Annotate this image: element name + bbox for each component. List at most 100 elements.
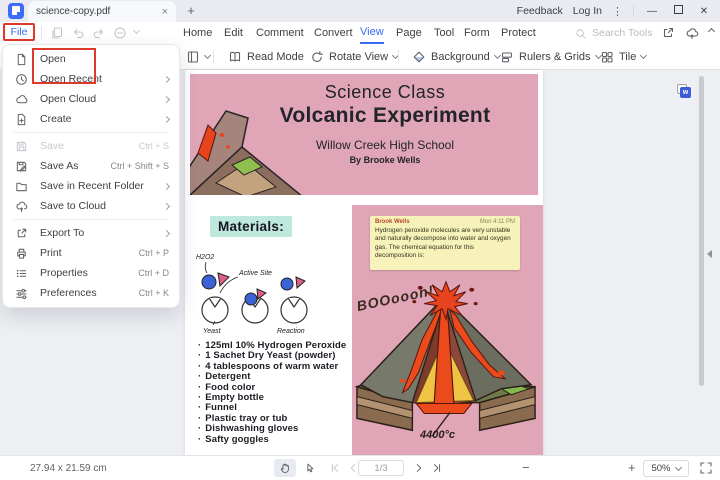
document-tab[interactable]: science-copy.pdf × bbox=[28, 1, 176, 22]
sliders-icon bbox=[15, 287, 28, 300]
vertical-scrollbar[interactable] bbox=[699, 76, 704, 386]
tab-view[interactable]: View bbox=[360, 22, 384, 44]
submenu-arrow-icon bbox=[162, 95, 171, 103]
file-dropdown-menu: Open Open Recent Open Cloud Create Save … bbox=[2, 44, 180, 308]
menu-item-export-to[interactable]: Export To bbox=[3, 223, 179, 243]
rulers-icon bbox=[500, 50, 514, 64]
background-button[interactable]: Background bbox=[412, 44, 501, 69]
zoom-level-select[interactable]: 50% bbox=[643, 460, 689, 477]
tab-title: science-copy.pdf bbox=[36, 6, 111, 17]
menu-item-open-cloud[interactable]: Open Cloud bbox=[3, 89, 179, 109]
menu-item-preferences[interactable]: Preferences Ctrl + K bbox=[3, 283, 179, 303]
close-window-button[interactable]: ✕ bbox=[696, 6, 712, 17]
toolbar-divider bbox=[41, 26, 42, 39]
share-icon[interactable] bbox=[661, 26, 675, 40]
nav-panel-button[interactable] bbox=[186, 44, 212, 69]
enzyme-diagram-illustration: H2O2 Active Site Yeast Reaction bbox=[196, 254, 308, 335]
tab-form[interactable]: Form bbox=[464, 22, 490, 44]
fit-screen-icon[interactable] bbox=[699, 461, 713, 475]
doc-title-line2: Volcanic Experiment bbox=[279, 104, 491, 127]
submenu-arrow-icon bbox=[162, 202, 171, 210]
rulers-grids-button[interactable]: Rulers & Grids bbox=[500, 44, 602, 69]
rotate-view-label: Rotate View bbox=[329, 50, 389, 63]
diamond-icon bbox=[412, 50, 426, 64]
page-size-label: 27.94 x 21.59 cm bbox=[30, 463, 107, 474]
rotate-icon bbox=[310, 50, 324, 64]
hand-tool-button[interactable] bbox=[274, 459, 296, 477]
copy-icon bbox=[50, 26, 64, 40]
login-link[interactable]: Log In bbox=[573, 5, 602, 17]
read-mode-label: Read Mode bbox=[247, 50, 304, 63]
menu-item-create[interactable]: Create bbox=[3, 109, 179, 129]
redo-icon bbox=[92, 26, 106, 40]
book-icon bbox=[228, 50, 242, 64]
nav-panel-icon bbox=[186, 50, 200, 64]
eruption bbox=[412, 280, 478, 322]
read-mode-button[interactable]: Read Mode bbox=[228, 44, 304, 69]
new-tab-button[interactable]: + bbox=[182, 2, 200, 20]
tab-protect[interactable]: Protect bbox=[501, 22, 536, 44]
menu-item-save-to-cloud[interactable]: Save to Cloud bbox=[3, 196, 179, 216]
tab-edit[interactable]: Edit bbox=[224, 22, 243, 44]
doc-byline: By Brooke Wells bbox=[349, 155, 421, 165]
rotate-view-button[interactable]: Rotate View bbox=[310, 44, 400, 69]
tab-close-icon[interactable]: × bbox=[162, 6, 168, 18]
status-bar: 27.94 x 21.59 cm 1/3 − + 50% bbox=[0, 455, 720, 480]
menu-item-properties[interactable]: Properties Ctrl + D bbox=[3, 263, 179, 283]
rulers-grids-label: Rulers & Grids bbox=[519, 50, 591, 63]
submenu-arrow-icon bbox=[162, 75, 171, 83]
file-menu-button[interactable]: File bbox=[3, 23, 35, 41]
search-tools[interactable]: Search Tools bbox=[575, 22, 653, 44]
save-icon bbox=[15, 140, 28, 153]
search-tools-label: Search Tools bbox=[592, 27, 653, 39]
tile-button[interactable]: Tile bbox=[600, 44, 648, 69]
minimize-button[interactable]: — bbox=[644, 6, 660, 17]
label-h2o2: H2O2 bbox=[196, 254, 214, 261]
list-item: Safty goggles bbox=[198, 434, 346, 445]
pdf-page[interactable]: Science Class Volcanic Experiment Willow… bbox=[185, 70, 543, 455]
search-icon bbox=[575, 27, 587, 39]
zoom-in-button[interactable]: + bbox=[628, 460, 636, 475]
tab-page[interactable]: Page bbox=[396, 22, 422, 44]
maximize-button[interactable] bbox=[670, 5, 686, 17]
page-header-band: Science Class Volcanic Experiment Willow… bbox=[190, 74, 538, 195]
last-page-button[interactable] bbox=[426, 459, 448, 477]
floating-widget-icon[interactable]: w bbox=[674, 82, 694, 102]
side-panel-toggle-icon[interactable] bbox=[707, 250, 712, 258]
zoom-caret-icon bbox=[674, 463, 682, 471]
tab-tool[interactable]: Tool bbox=[434, 22, 454, 44]
menu-item-print[interactable]: Print Ctrl + P bbox=[3, 243, 179, 263]
cloud-icon bbox=[15, 93, 28, 106]
tab-convert[interactable]: Convert bbox=[314, 22, 353, 44]
label-reaction: Reaction bbox=[277, 328, 305, 335]
temperature-label: 4400°c bbox=[420, 429, 455, 441]
submenu-arrow-icon bbox=[162, 182, 171, 190]
menu-item-open[interactable]: Open bbox=[3, 49, 179, 69]
volcano-illustration bbox=[354, 280, 536, 437]
more-options-icon[interactable]: ⋮ bbox=[612, 5, 623, 18]
tab-comment[interactable]: Comment bbox=[256, 22, 304, 44]
feedback-link[interactable]: Feedback bbox=[517, 5, 563, 17]
cloud-upload-icon bbox=[15, 200, 28, 213]
menu-item-save-recent-folder[interactable]: Save in Recent Folder bbox=[3, 176, 179, 196]
select-tool-button[interactable] bbox=[299, 459, 321, 477]
sticky-note-annotation[interactable]: Brook Wells Mon 4:11 PM Hydrogen peroxid… bbox=[370, 216, 520, 270]
export-icon bbox=[15, 227, 28, 240]
stamp-tool-icon bbox=[113, 26, 127, 40]
label-yeast: Yeast bbox=[203, 328, 222, 335]
printer-icon bbox=[15, 247, 28, 260]
cloud-upload-icon[interactable] bbox=[685, 26, 699, 40]
collapse-toolbar-icon[interactable] bbox=[707, 27, 716, 36]
app-logo-icon bbox=[8, 3, 24, 19]
doc-subtitle: Willow Creek High School bbox=[315, 138, 455, 152]
tab-home[interactable]: Home bbox=[183, 22, 212, 44]
menu-item-open-recent[interactable]: Open Recent bbox=[3, 69, 179, 89]
zoom-out-button[interactable]: − bbox=[522, 460, 530, 475]
page-indicator-input[interactable]: 1/3 bbox=[358, 460, 404, 476]
label-active-site: Active Site bbox=[238, 270, 272, 277]
toolbar-divider bbox=[213, 50, 214, 63]
list-icon bbox=[15, 267, 28, 280]
doc-title-line1: Science Class bbox=[324, 82, 446, 102]
menu-item-save-as[interactable]: Save As Ctrl + Shift + S bbox=[3, 156, 179, 176]
quick-tools-caret-icon[interactable] bbox=[132, 26, 141, 35]
